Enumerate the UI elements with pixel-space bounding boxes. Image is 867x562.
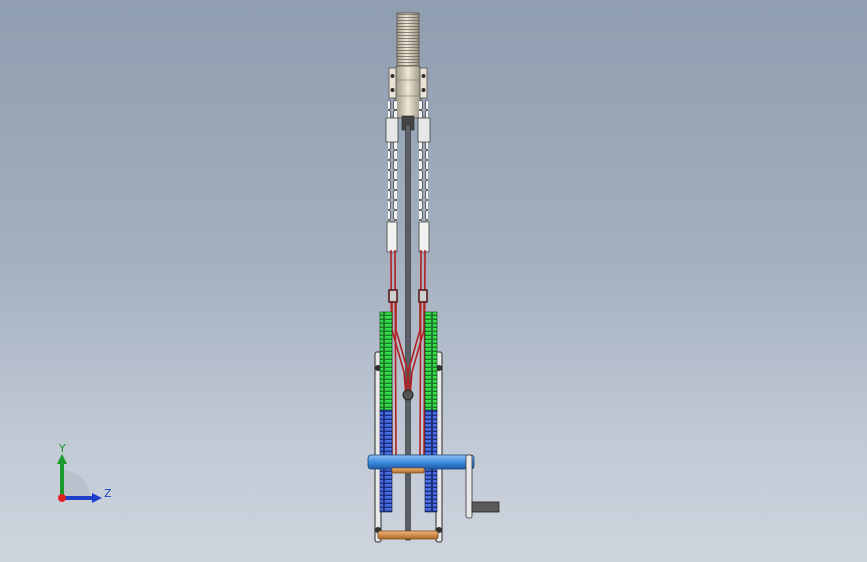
- triad-z-label: Z: [104, 487, 112, 500]
- assembly-model[interactable]: [0, 0, 867, 562]
- hand-crank[interactable]: [465, 454, 500, 519]
- graphics-viewport[interactable]: Y Z: [0, 0, 867, 562]
- triad-y-label: Y: [58, 442, 66, 455]
- origin-icon: [58, 494, 66, 502]
- triad-plane-icon: [62, 470, 90, 498]
- vertical-shaft[interactable]: [405, 124, 411, 541]
- right-chain[interactable]: [417, 100, 431, 253]
- orange-rod[interactable]: [377, 530, 439, 540]
- right-green-gear[interactable]: [424, 311, 438, 413]
- reference-triad: Y Z: [57, 442, 112, 503]
- linkage-pivot: [402, 389, 414, 401]
- left-green-gear[interactable]: [379, 311, 393, 413]
- left-chain[interactable]: [385, 100, 399, 253]
